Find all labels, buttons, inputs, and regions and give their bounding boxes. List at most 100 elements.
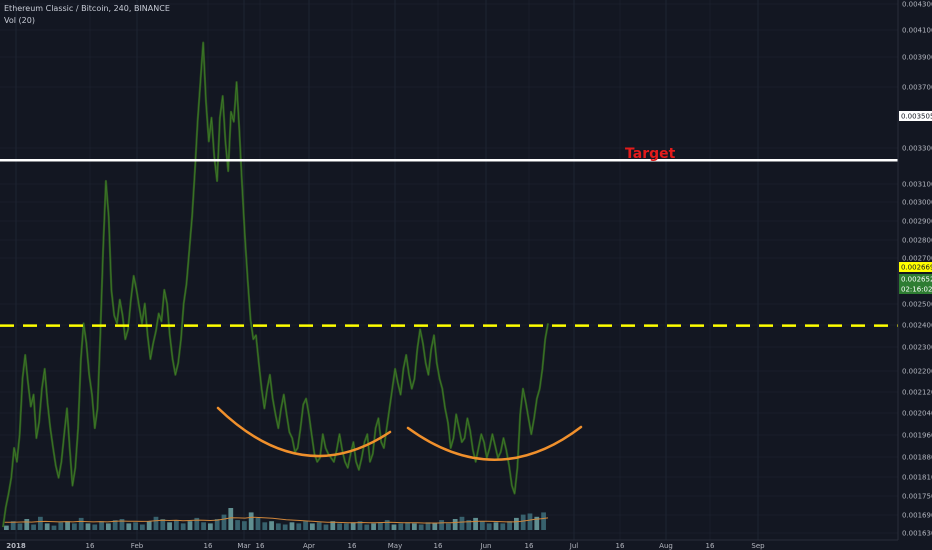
volume-bar (446, 523, 451, 530)
volume-bar (316, 522, 322, 530)
price-tick-label: 0.002800 (902, 237, 932, 245)
price-tick-label: 0.004100 (902, 27, 932, 35)
volume-bar (17, 523, 23, 530)
volume-bar (398, 523, 404, 530)
price-tag-last-text: 0.002652 (901, 276, 932, 284)
symbol-title: Ethereum Classic / Bitcoin, 240, BINANCE (4, 4, 170, 13)
volume-bar (228, 508, 234, 530)
target-label: Target (625, 146, 676, 162)
volume-bar (58, 522, 64, 530)
price-tick-label: 0.002400 (902, 322, 932, 330)
volume-bar (296, 523, 302, 530)
volume-bar (31, 524, 36, 530)
chart-background (0, 0, 932, 550)
volume-bar (4, 525, 9, 530)
volume-bar (201, 522, 206, 530)
price-tick-label: 0.002040 (902, 410, 932, 418)
time-tick-label: Apr (303, 542, 315, 550)
volume-bar (371, 523, 376, 530)
price-tick-label: 0.002900 (902, 218, 932, 226)
volume-bar (500, 523, 506, 530)
volume-bar (78, 517, 84, 530)
volume-indicator-label: Vol (20) (4, 16, 35, 25)
chart-svg: Target 0.004300 0.004100 0.003900 0.003700 0.… (0, 0, 932, 550)
volume-bar (248, 512, 254, 530)
price-tick-label: 0.003700 (902, 84, 932, 92)
volume-bar (364, 524, 370, 530)
time-tick-label: 16 (348, 542, 357, 550)
volume-bar (310, 523, 315, 530)
time-tick-label: 2018 (6, 542, 26, 550)
volume-bar (412, 523, 417, 530)
time-tick-label: Feb (131, 542, 144, 550)
volume-bar (493, 522, 499, 530)
volume-bar (527, 513, 533, 530)
price-tag-breakout-text: 0.002669 (901, 264, 932, 272)
price-tick-label: 0.001690 (902, 512, 932, 520)
volume-bar (24, 519, 30, 530)
volume-bar (92, 524, 98, 530)
volume-bar (384, 520, 390, 530)
volume-bar (541, 512, 546, 530)
price-tick-label: 0.001810 (902, 474, 932, 482)
volume-bar (262, 522, 268, 530)
volume-bar (44, 523, 50, 530)
volume-bar (85, 523, 91, 530)
price-tick-label: 0.002700 (902, 255, 932, 263)
price-tick-label: 0.001630 (902, 530, 932, 538)
price-tick-label: 0.003300 (902, 145, 932, 153)
volume-bar (405, 522, 410, 530)
time-tick-label: 16 (256, 542, 265, 550)
price-tick-label: 0.001750 (902, 493, 932, 501)
volume-bar (514, 517, 519, 530)
volume-bar (146, 521, 152, 530)
time-tick-label: Jun (480, 542, 492, 550)
time-tick-label: 16 (204, 542, 213, 550)
volume-bar (418, 524, 424, 530)
volume-bar (187, 521, 193, 530)
volume-bar (269, 521, 274, 530)
time-tick-label: 16 (525, 542, 534, 550)
chart-area: Target 0.004300 0.004100 0.003900 0.003700 0.… (0, 0, 932, 550)
volume-bar (480, 521, 485, 530)
volume-bar (72, 523, 77, 530)
volume-bar (473, 517, 478, 530)
volume-bar (255, 517, 261, 530)
price-tick-label: 0.001880 (902, 454, 932, 462)
price-tick-label: 0.003900 (902, 54, 932, 62)
volume-bar (350, 522, 356, 530)
volume-bar (221, 514, 227, 530)
volume-bar (235, 520, 240, 530)
volume-bar (153, 516, 159, 530)
volume-bar (99, 521, 104, 530)
time-tick-label: Mar (237, 542, 250, 550)
volume-bar (180, 523, 186, 530)
volume-bar (432, 523, 438, 530)
price-tick-label: 0.001960 (902, 432, 932, 440)
time-tick-label: 16 (434, 542, 443, 550)
price-tick-label: 0.002300 (902, 344, 932, 352)
volume-bar (337, 523, 342, 530)
volume-bar (208, 523, 213, 530)
volume-bar (276, 523, 281, 530)
price-tick-label: 0.004300 (902, 1, 932, 9)
time-tick-label: 16 (86, 542, 95, 550)
volume-bar (133, 522, 138, 530)
volume-bar (452, 519, 458, 530)
volume-bar (507, 521, 512, 530)
volume-bar (126, 523, 132, 530)
volume-bar (344, 523, 349, 530)
volume-bar (378, 522, 383, 530)
time-tick-label: Sep (751, 542, 765, 550)
price-tick-label: 0.002120 (902, 389, 932, 397)
time-tick-label: 16 (616, 542, 625, 550)
volume-bar (65, 521, 70, 530)
price-tick-label: 0.003000 (902, 199, 932, 207)
volume-bar (391, 524, 397, 530)
volume-bar (303, 521, 308, 530)
volume-bar (106, 523, 111, 530)
price-tag-target-text: 0.003505 (901, 113, 932, 121)
volume-bar (459, 516, 465, 530)
time-tick-label: May (388, 542, 402, 550)
volume-bar (167, 522, 172, 530)
